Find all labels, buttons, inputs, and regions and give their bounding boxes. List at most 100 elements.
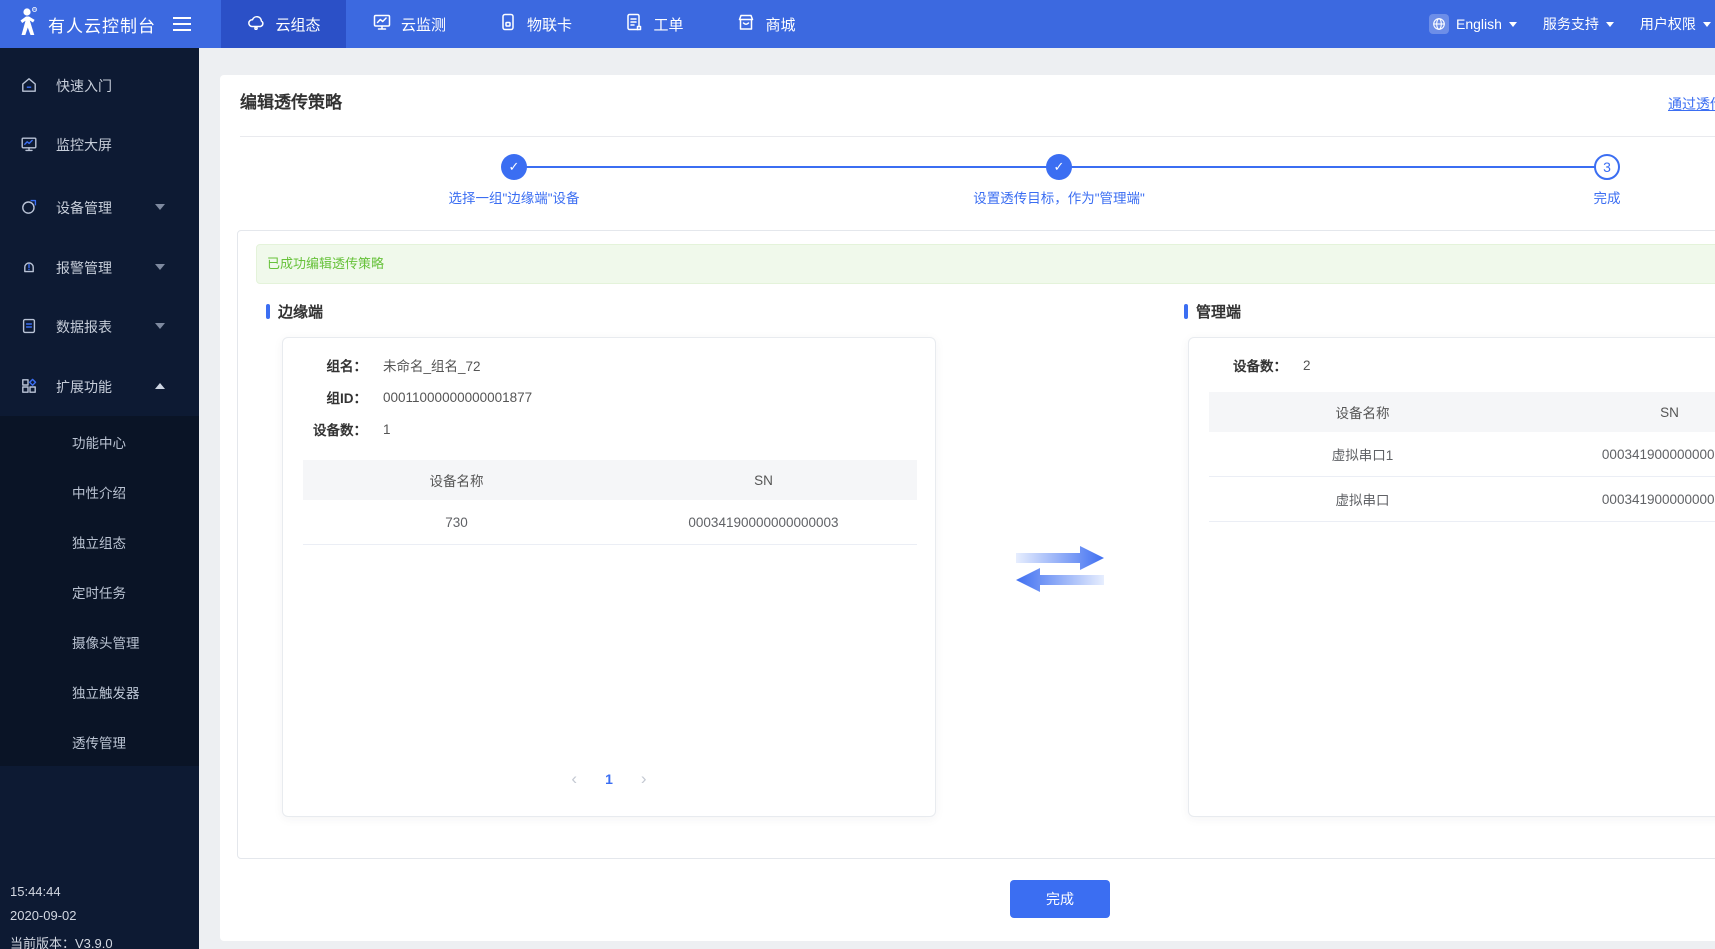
step-3-circle: 3 xyxy=(1594,154,1620,180)
chevron-down-icon xyxy=(155,323,165,329)
device-pie-icon xyxy=(20,198,38,216)
device-count-label: 设备数： xyxy=(313,423,367,438)
chevron-down-icon xyxy=(1508,21,1517,27)
table-header-row: 设备名称 SN xyxy=(303,460,917,500)
sidebar-subitem-function-center[interactable]: 功能中心 xyxy=(72,432,126,452)
tab-label: 物联卡 xyxy=(526,16,572,34)
sidebar-item-monitor-screen[interactable]: 监控大屏 xyxy=(0,124,199,164)
cloud-icon xyxy=(246,12,266,36)
edge-device-card: 组名： 未命名_组名_72 组ID： 00011000000000001877 … xyxy=(282,337,936,817)
apps-grid-icon xyxy=(20,377,38,395)
top-bar: R 有人云控制台 云组态 云监测 物联卡 工单 商城 English 服务支持 … xyxy=(0,0,1715,48)
col-device-name: 设备名称 xyxy=(1335,406,1390,421)
cell-device-name: 虚拟串口1 xyxy=(1331,448,1394,463)
tab-label: 云组态 xyxy=(275,16,321,34)
check-icon: ✓ xyxy=(1053,159,1065,174)
brand-title: 有人云控制台 xyxy=(48,16,156,36)
store-icon xyxy=(736,12,756,36)
work-order-icon xyxy=(624,12,644,36)
language-switcher[interactable]: English xyxy=(1429,14,1517,34)
chevron-down-icon xyxy=(155,264,165,270)
sidebar-subitem-scheduled-task[interactable]: 定时任务 xyxy=(72,582,126,602)
tab-cloud-monitor[interactable]: 云监测 xyxy=(346,0,472,48)
device-count-row: 设备数： 1 xyxy=(301,419,391,439)
tab-store[interactable]: 商城 xyxy=(710,0,822,48)
sidebar-item-label: 监控大屏 xyxy=(56,137,112,153)
sidebar-item-data-report[interactable]: 数据报表 xyxy=(0,306,199,346)
step-2-label: 设置透传目标，作为"管理端" xyxy=(973,191,1145,206)
table-header-row: 设备名称 SN xyxy=(1209,392,1715,432)
manager-section-heading: 管理端 xyxy=(1184,301,1241,322)
sidebar-item-alarm-management[interactable]: 报警管理 xyxy=(0,247,199,287)
next-page-icon[interactable]: › xyxy=(641,770,647,787)
device-count-value: 1 xyxy=(383,421,391,437)
device-count-value: 2 xyxy=(1303,357,1311,373)
sidebar-item-quick-start[interactable]: 快速入门 xyxy=(0,65,199,105)
section-bar-icon xyxy=(1184,304,1188,319)
sidebar-item-label: 快速入门 xyxy=(56,78,112,94)
cell-sn: 00034190000000000003 xyxy=(688,514,839,530)
service-support-menu[interactable]: 服务支持 xyxy=(1543,14,1614,34)
main-content-card: 编辑透传策略 通过透传 ✓ ✓ 3 选择一组"边缘端"设备 设置透传目标，作为"… xyxy=(220,75,1715,941)
section-bar-icon xyxy=(266,304,270,319)
chevron-down-icon xyxy=(1605,21,1614,27)
pagination: ‹ 1 › xyxy=(283,770,935,787)
sidebar-item-label: 数据报表 xyxy=(56,319,112,335)
group-id-label: 组ID： xyxy=(326,391,368,406)
finish-button[interactable]: 完成 xyxy=(1010,880,1110,918)
sidebar-item-label: 报警管理 xyxy=(56,260,112,276)
dashboard-screen-icon xyxy=(20,135,38,153)
group-id-value: 00011000000000001877 xyxy=(383,389,533,405)
step-3-label: 完成 xyxy=(1593,191,1621,206)
device-count-row: 设备数： 2 xyxy=(1207,355,1311,375)
group-id-row: 组ID： 00011000000000001877 xyxy=(301,387,533,407)
user-permission-label: 用户权限 xyxy=(1639,16,1696,32)
brand[interactable]: R 有人云控制台 xyxy=(12,0,191,48)
report-icon xyxy=(20,317,38,335)
title-divider xyxy=(240,136,1715,137)
manager-device-card: 设备数： 2 设备名称 SN 虚拟串口1 000341900000000000 … xyxy=(1188,337,1715,817)
home-icon xyxy=(20,76,38,94)
sidebar-item-device-management[interactable]: 设备管理 xyxy=(0,187,199,227)
sidebar-item-extensions[interactable]: 扩展功能 xyxy=(0,366,199,406)
group-name-label: 组名： xyxy=(326,359,368,374)
current-page[interactable]: 1 xyxy=(605,771,613,787)
hamburger-menu-icon[interactable] xyxy=(173,17,191,31)
logo-person-icon: R xyxy=(12,6,39,43)
user-permission-menu[interactable]: 用户权限 xyxy=(1640,14,1711,34)
chevron-up-icon xyxy=(155,383,165,389)
tab-label: 云监测 xyxy=(400,16,446,34)
edge-heading-label: 边缘端 xyxy=(278,304,324,321)
result-panel: 已成功编辑透传策略 边缘端 管理端 组名： 未命名_组名_72 组ID： 000… xyxy=(237,230,1715,859)
tab-work-order[interactable]: 工单 xyxy=(598,0,710,48)
step-2-circle: ✓ xyxy=(1046,154,1072,180)
tab-cloud-scada[interactable]: 云组态 xyxy=(221,0,346,48)
group-name-value: 未命名_组名_72 xyxy=(383,359,481,374)
sidebar-subitem-neutral-intro[interactable]: 中性介绍 xyxy=(72,482,126,502)
step-1-label: 选择一组"边缘端"设备 xyxy=(448,191,580,206)
sidebar-subitem-camera-management[interactable]: 摄像头管理 xyxy=(72,632,140,652)
col-sn: SN xyxy=(1660,404,1679,420)
cell-sn: 000341900000000000 xyxy=(1601,491,1715,507)
sidebar-subitem-passthrough-management[interactable]: 透传管理 xyxy=(72,732,126,752)
table-row: 730 00034190000000000003 xyxy=(303,500,917,545)
edge-section-heading: 边缘端 xyxy=(266,301,323,322)
table-row: 虚拟串口 000341900000000000 xyxy=(1209,477,1715,522)
manager-heading-label: 管理端 xyxy=(1196,304,1242,321)
sidebar: 快速入门 监控大屏 设备管理 报警管理 数据报表 扩展功能 功能中心 中性介绍 … xyxy=(0,48,199,949)
col-device-name: 设备名称 xyxy=(429,474,484,489)
chevron-down-icon xyxy=(1702,21,1711,27)
sidebar-subitem-independent-trigger[interactable]: 独立触发器 xyxy=(72,682,140,702)
monitor-chart-icon xyxy=(372,12,392,36)
page: R 有人云控制台 云组态 云监测 物联卡 工单 商城 English 服务支持 … xyxy=(0,0,1715,949)
success-alert: 已成功编辑透传策略 xyxy=(256,244,1715,284)
sim-card-icon xyxy=(498,12,518,36)
col-sn: SN xyxy=(754,472,773,488)
prev-page-icon[interactable]: ‹ xyxy=(571,770,577,787)
passthrough-help-link[interactable]: 通过透传 xyxy=(1668,94,1715,114)
page-title: 编辑透传策略 xyxy=(240,93,342,112)
tab-iot-card[interactable]: 物联卡 xyxy=(472,0,598,48)
sidebar-subitem-independent-scada[interactable]: 独立组态 xyxy=(72,532,126,552)
group-name-row: 组名： 未命名_组名_72 xyxy=(301,355,481,375)
edge-device-table: 设备名称 SN 730 00034190000000000003 xyxy=(303,460,917,545)
